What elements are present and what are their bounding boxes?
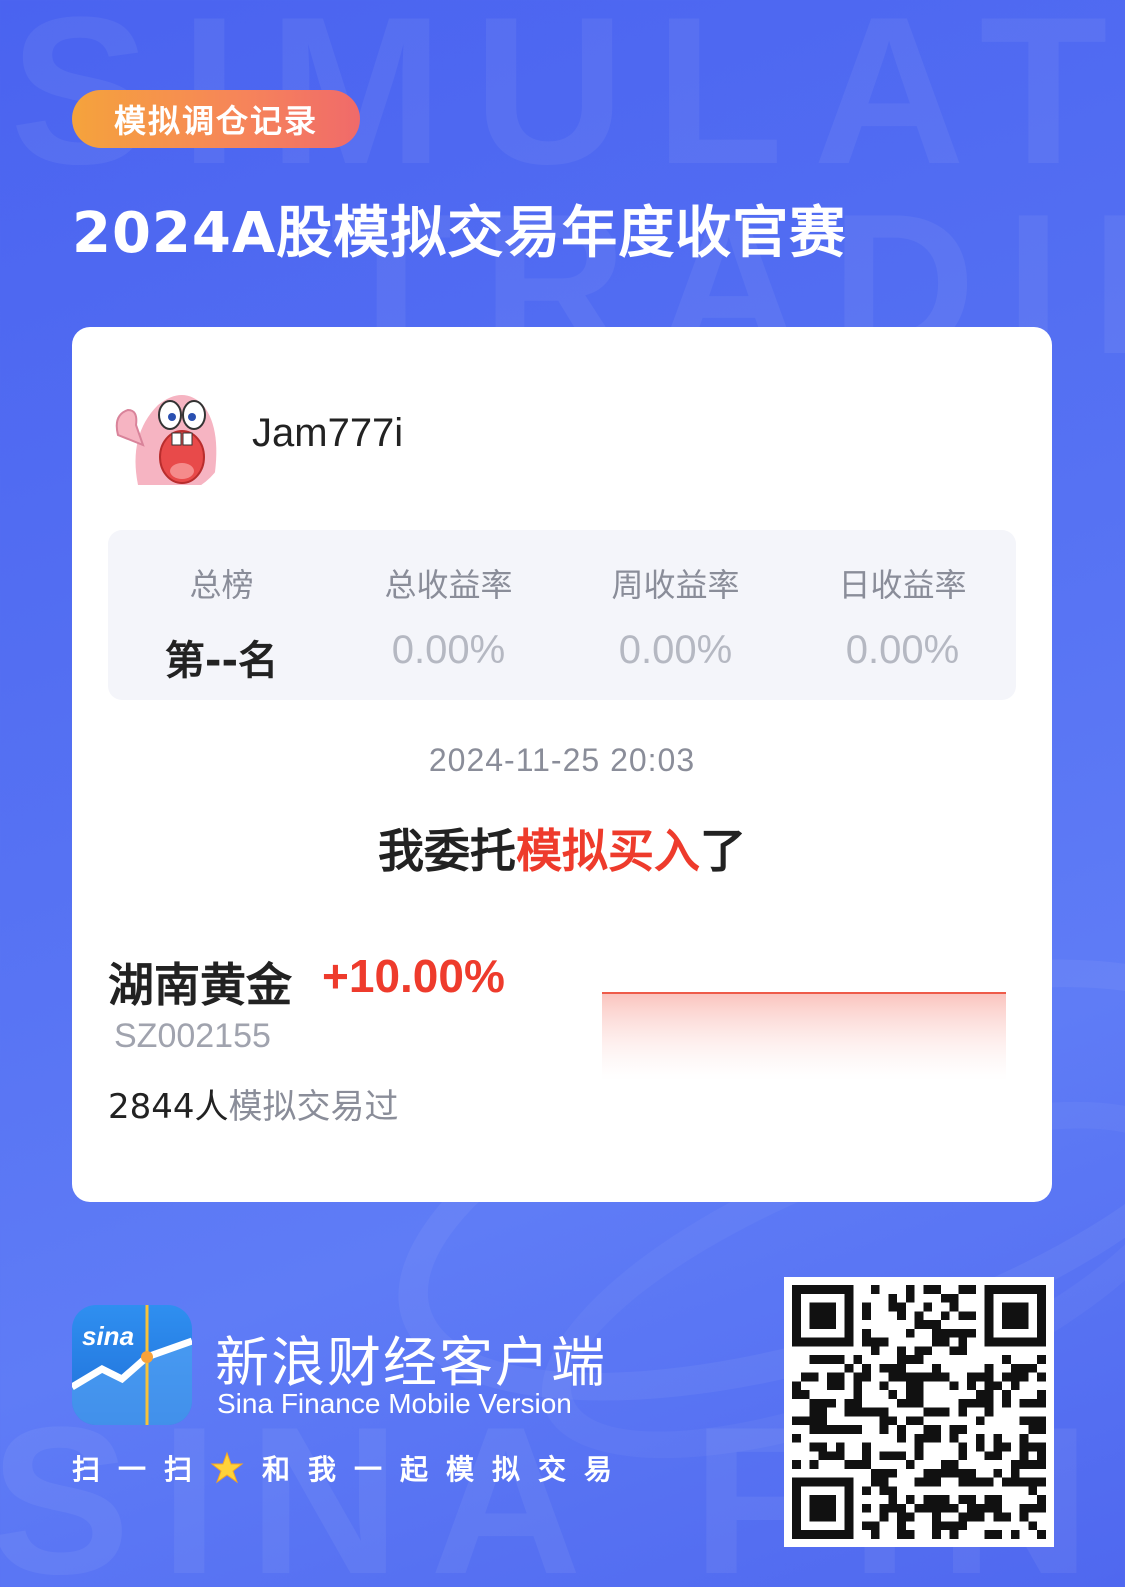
stock-code: SZ002155 (114, 1017, 271, 1055)
stock-change: +10.00% (322, 950, 505, 1002)
traders-label: 模拟交易过 (228, 1087, 399, 1127)
trade-card: Jam777i 总榜 第--名 总收益率 0.00% 周收益率 0.00% 日收… (72, 327, 1052, 1202)
action-suffix: 了 (700, 824, 746, 878)
stat-total-return: 总收益率 0.00% (335, 530, 562, 700)
footer-app-subtitle: Sina Finance Mobile Version (217, 1388, 572, 1419)
action-highlight: 模拟买入 (516, 824, 700, 878)
sina-finance-logo: sina (72, 1305, 192, 1425)
page-title: 2024A股模拟交易年度收官赛 (72, 201, 847, 266)
trade-action: 我委托模拟买入了 (72, 815, 1052, 881)
stat-label: 总榜 (189, 566, 254, 604)
record-tag: 模拟调仓记录 (72, 90, 360, 148)
stat-weekly-return: 周收益率 0.00% (562, 530, 789, 700)
sparkline-area (602, 993, 1006, 1081)
cta-suffix: 和我一起模拟交易 (262, 1453, 631, 1486)
stat-label: 总收益率 (384, 566, 513, 604)
footer-app-title: 新浪财经客户端 (215, 1331, 607, 1394)
star-icon (210, 1451, 244, 1485)
stat-daily-return: 日收益率 0.00% (789, 530, 1016, 700)
stat-value: 0.00% (618, 628, 733, 672)
traders-number: 2844人 (108, 1087, 229, 1127)
stat-label: 日收益率 (838, 566, 967, 604)
trade-timestamp: 2024-11-25 20:03 (428, 742, 696, 778)
traders-count: 2844人模拟交易过 (108, 1079, 399, 1128)
stat-value: 第--名 (164, 638, 279, 684)
username[interactable]: Jam777i (252, 411, 403, 456)
stat-rank: 总榜 第--名 (108, 530, 335, 700)
stock-name[interactable]: 湖南黄金 (108, 949, 292, 1015)
avatar-image (108, 375, 228, 495)
stat-value: 0.00% (845, 628, 960, 672)
svg-text:sina: sina (82, 1321, 134, 1351)
stat-label: 周收益率 (611, 566, 740, 604)
action-prefix: 我委托 (378, 824, 516, 878)
footer-cta: 扫一扫 和我一起模拟交易 (72, 1448, 630, 1488)
stats-panel: 总榜 第--名 总收益率 0.00% 周收益率 0.00% 日收益率 0.00% (108, 530, 1016, 700)
stock-sparkline (602, 992, 1006, 1081)
stat-value: 0.00% (391, 628, 506, 672)
avatar[interactable] (108, 375, 228, 495)
cta-prefix: 扫一扫 (72, 1453, 211, 1486)
qr-code[interactable] (784, 1277, 1054, 1547)
